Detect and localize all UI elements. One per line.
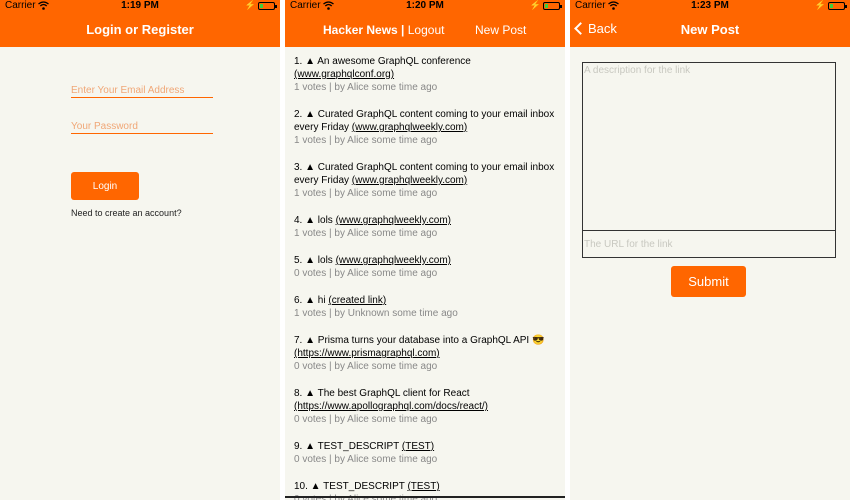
charging-icon: ⚡	[529, 0, 541, 10]
link-item: 9. ▲ TEST_DESCRIPT (TEST) 0 votes | by Al…	[294, 440, 562, 466]
create-account-link[interactable]: Need to create an account?	[71, 208, 182, 218]
link-item: 7. ▲ Prisma turns your database into a G…	[294, 334, 562, 373]
link-meta: 0 votes | by Alice some time ago	[294, 361, 438, 372]
link-item: 8. ▲ The best GraphQL client for React (…	[294, 387, 562, 426]
link-meta: 1 votes | by Alice some time ago	[294, 135, 438, 146]
post-form	[582, 62, 836, 258]
nav-bar: Back New Post	[570, 13, 850, 47]
link-item: 4. ▲ lols (www.graphqlweekly.com) 1 votes…	[294, 214, 562, 240]
link-url[interactable]: (www.graphqlconf.org)	[294, 69, 394, 80]
brand-title: Hacker News |	[323, 23, 405, 37]
description-field[interactable]	[583, 63, 835, 231]
link-title[interactable]: 10. ▲ TEST_DESCRIPT	[294, 481, 407, 492]
link-title[interactable]: 9. ▲ TEST_DESCRIPT	[294, 441, 402, 452]
link-url[interactable]: (TEST)	[402, 441, 434, 452]
link-meta: 1 votes | by Alice some time ago	[294, 82, 438, 93]
new-post-button[interactable]: New Post	[475, 23, 526, 37]
link-title[interactable]: 4. ▲ lols	[294, 215, 336, 226]
link-url[interactable]: (www.graphqlweekly.com)	[336, 255, 451, 266]
link-meta: 0 votes | by Alice some time ago	[294, 414, 438, 425]
link-title[interactable]: 7. ▲ Prisma turns your database into a G…	[294, 335, 544, 346]
link-url[interactable]: (www.graphqlweekly.com)	[352, 175, 467, 186]
link-title[interactable]: 5. ▲ lols	[294, 255, 336, 266]
charging-icon: ⚡	[814, 0, 826, 10]
status-bar: Carrier 1:19 PM ⚡	[0, 0, 280, 13]
status-time: 1:19 PM	[121, 0, 159, 11]
link-url[interactable]: (created link)	[328, 295, 386, 306]
link-list: 1. ▲ An awesome GraphQL conference (www.…	[294, 55, 562, 500]
status-time: 1:20 PM	[406, 0, 444, 11]
login-button[interactable]: Login	[71, 172, 139, 200]
link-meta: 1 votes | by Alice some time ago	[294, 188, 438, 199]
battery-icon	[543, 2, 562, 10]
home-indicator	[285, 496, 565, 498]
battery-icon	[828, 2, 847, 10]
battery-icon	[258, 2, 277, 10]
battery-level	[830, 4, 833, 8]
link-url[interactable]: (https://www.apollographql.com/docs/reac…	[294, 401, 488, 412]
link-title[interactable]: 1. ▲ An awesome GraphQL conference	[294, 56, 471, 67]
link-meta: 0 votes | by Alice some time ago	[294, 454, 438, 465]
link-title[interactable]: 6. ▲ hi	[294, 295, 328, 306]
link-meta: 1 votes | by Alice some time ago	[294, 228, 438, 239]
link-meta: 0 votes | by Alice some time ago	[294, 268, 438, 279]
link-url[interactable]: (www.graphqlweekly.com)	[336, 215, 451, 226]
login-screen: Carrier 1:19 PM ⚡ Login or Register Logi…	[0, 0, 280, 500]
password-field[interactable]	[71, 120, 213, 134]
link-url[interactable]: (www.graphqlweekly.com)	[352, 122, 467, 133]
link-item: 1. ▲ An awesome GraphQL conference (www.…	[294, 55, 562, 94]
link-url[interactable]: (TEST)	[407, 481, 439, 492]
battery-level	[260, 4, 263, 8]
nav-bar: Login or Register	[0, 13, 280, 47]
link-item: 3. ▲ Curated GraphQL content coming to y…	[294, 161, 562, 200]
nav-bar: Hacker News | Logout New Post	[285, 13, 565, 47]
new-post-screen: Carrier 1:23 PM ⚡ Back New Post Submit	[570, 0, 850, 500]
link-title[interactable]: 8. ▲ The best GraphQL client for React	[294, 388, 470, 399]
url-field[interactable]	[583, 231, 835, 257]
link-item: 5. ▲ lols (www.graphqlweekly.com) 0 votes…	[294, 254, 562, 280]
page-title: New Post	[680, 22, 740, 37]
logout-button[interactable]: Logout	[408, 23, 445, 37]
link-url[interactable]: (https://www.prismagraphql.com)	[294, 348, 440, 359]
status-bar: Carrier 1:20 PM ⚡	[285, 0, 565, 13]
charging-icon: ⚡	[244, 0, 256, 10]
page-title: Login or Register	[86, 22, 194, 37]
link-item: 2. ▲ Curated GraphQL content coming to y…	[294, 108, 562, 147]
link-meta: 1 votes | by Unknown some time ago	[294, 308, 458, 319]
email-field[interactable]	[71, 84, 213, 98]
status-bar: Carrier 1:23 PM ⚡	[570, 0, 850, 13]
status-time: 1:23 PM	[691, 0, 729, 11]
link-item: 6. ▲ hi (created link) 1 votes | by Unkno…	[294, 294, 562, 320]
nav-left: Hacker News | Logout	[323, 23, 444, 37]
feed-screen: Carrier 1:20 PM ⚡ Hacker News | Logout N…	[285, 0, 565, 500]
battery-level	[545, 4, 548, 8]
submit-button[interactable]: Submit	[671, 266, 746, 297]
